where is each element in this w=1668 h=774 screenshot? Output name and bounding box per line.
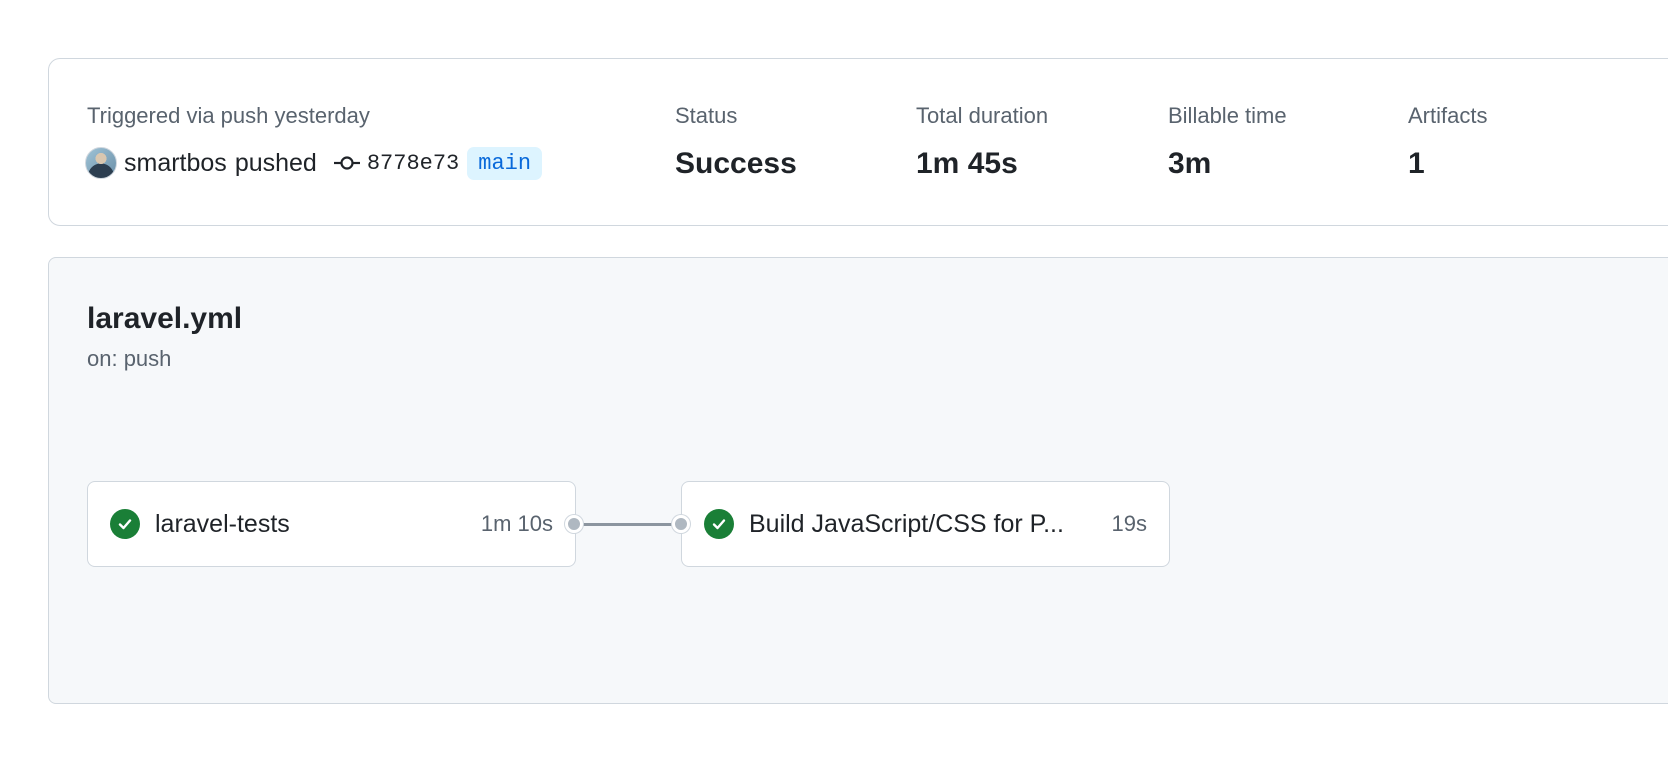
avatar[interactable]	[85, 147, 117, 179]
trigger-label: Triggered via push yesterday	[87, 103, 370, 128]
git-commit-icon	[333, 156, 360, 170]
workflow-graph: laravel.yml on: push laravel-tests 1m 10…	[48, 257, 1668, 704]
job-duration: 1m 10s	[480, 511, 553, 536]
job-card-laravel-tests[interactable]: laravel-tests 1m 10s	[87, 481, 576, 567]
duration-stat: Total duration 1m 45s	[916, 103, 1048, 181]
billable-label: Billable time	[1168, 103, 1287, 128]
job-output-dot	[565, 515, 583, 533]
job-input-dot	[672, 515, 690, 533]
job-connector	[575, 523, 681, 526]
action-text: pushed	[234, 148, 317, 177]
job-card-build-assets[interactable]: Build JavaScript/CSS for P... 19s	[681, 481, 1170, 567]
actor-link[interactable]: smartbos	[124, 149, 227, 178]
duration-label: Total duration	[916, 103, 1049, 128]
artifacts-value[interactable]: 1	[1408, 147, 1487, 181]
commit-sha-link[interactable]: 8778e73	[367, 151, 459, 176]
status-value: Success	[675, 147, 797, 180]
billable-value: 3m	[1168, 147, 1212, 180]
status-label: Status	[675, 103, 738, 128]
job-duration: 19s	[1111, 511, 1147, 536]
artifacts-label: Artifacts	[1408, 103, 1488, 128]
job-name: Build JavaScript/CSS for P...	[749, 509, 1064, 538]
status-stat: Status Success	[675, 103, 797, 181]
billable-stat: Billable time 3m	[1168, 103, 1287, 181]
duration-value: 1m 45s	[916, 147, 1018, 180]
workflow-trigger: on: push	[87, 346, 172, 371]
workflow-file-name: laravel.yml	[87, 302, 243, 335]
job-name: laravel-tests	[155, 509, 290, 538]
branch-badge[interactable]: main	[467, 146, 543, 180]
artifacts-stat: Artifacts 1	[1408, 103, 1487, 181]
check-circle-icon	[704, 509, 734, 539]
check-circle-icon	[110, 509, 140, 539]
run-summary-card: Triggered via push yesterday smartbos pu…	[48, 58, 1668, 226]
trigger-details: smartbos pushed 8778e73 main	[85, 145, 543, 181]
